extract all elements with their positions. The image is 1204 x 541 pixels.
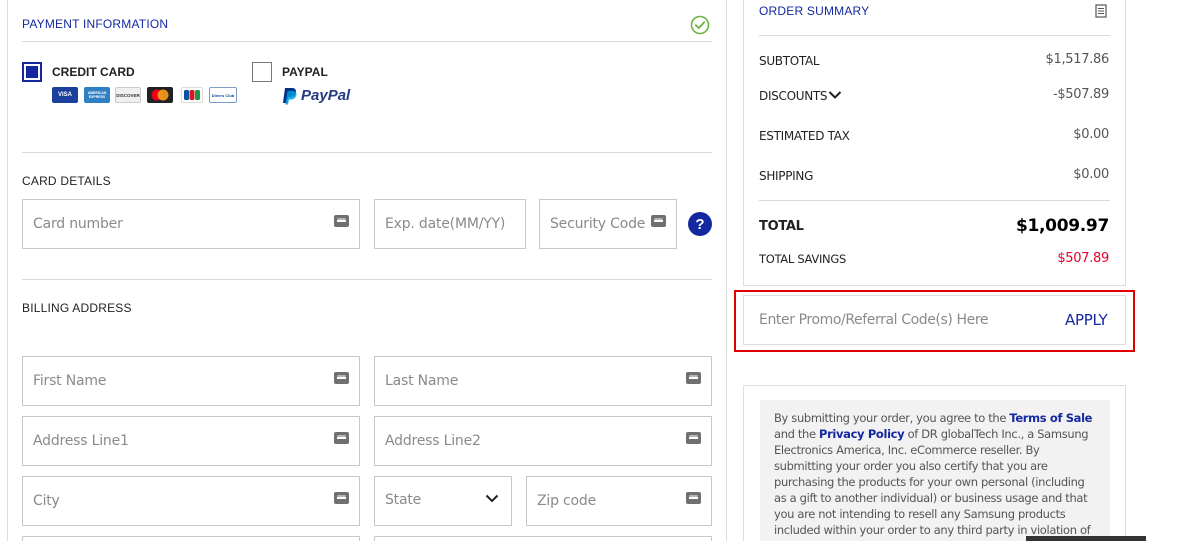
security-code-field[interactable]: Security Code — [539, 199, 677, 249]
divider — [22, 279, 712, 280]
keyboard-icon — [334, 215, 349, 227]
address-line2-placeholder: Address Line2 — [385, 433, 481, 449]
divider — [759, 200, 1110, 201]
subtotal-label: SUBTOTAL — [759, 54, 820, 68]
keyboard-icon — [334, 492, 349, 504]
terms-text: By submitting your order, you agree to t… — [760, 400, 1110, 541]
amex-logo: AMERICAN EXPRESS — [84, 87, 110, 103]
discounts-label: DISCOUNTS — [759, 89, 828, 103]
chevron-down-icon — [485, 494, 499, 503]
shipping-label: SHIPPING — [759, 169, 814, 183]
keyboard-icon — [651, 215, 666, 227]
security-code-placeholder: Security Code — [550, 216, 646, 232]
city-field[interactable]: City — [22, 476, 360, 526]
divider — [22, 41, 712, 42]
shipping-value: $0.00 — [1073, 167, 1109, 182]
keyboard-icon — [686, 492, 701, 504]
subtotal-value: $1,517.86 — [1045, 52, 1110, 67]
help-icon[interactable]: ? — [688, 212, 712, 236]
keyboard-icon — [334, 432, 349, 444]
billing-field-partial[interactable] — [374, 536, 712, 541]
mastercard-logo — [147, 87, 173, 103]
order-summary-title: ORDER SUMMARY — [759, 4, 870, 18]
floating-bar-fragment — [1026, 536, 1146, 541]
address-line1-placeholder: Address Line1 — [33, 433, 129, 449]
divider — [22, 152, 712, 153]
keyboard-icon — [686, 432, 701, 444]
first-name-field[interactable]: First Name — [22, 356, 360, 406]
state-placeholder: State — [385, 492, 422, 508]
check-circle-icon — [690, 15, 710, 35]
discounts-toggle[interactable]: DISCOUNTS — [759, 89, 828, 103]
discounts-value: -$507.89 — [1052, 87, 1109, 102]
card-details-title: CARD DETAILS — [22, 174, 111, 188]
diners-club-logo: Diners Club — [209, 87, 237, 103]
zip-code-placeholder: Zip code — [537, 493, 596, 509]
last-name-placeholder: Last Name — [385, 373, 459, 389]
paypal-icon — [283, 88, 297, 105]
receipt-icon[interactable] — [1095, 4, 1107, 18]
billing-field-partial[interactable] — [22, 536, 360, 541]
keyboard-icon — [686, 372, 701, 384]
visa-logo: VISA — [52, 87, 78, 103]
address-line1-field[interactable]: Address Line1 — [22, 416, 360, 466]
billing-address-title: BILLING ADDRESS — [22, 301, 132, 315]
exp-date-placeholder: Exp. date(MM/YY) — [385, 216, 506, 232]
paypal-checkbox[interactable] — [252, 62, 272, 82]
discover-logo: DISCOVER — [115, 87, 141, 103]
divider — [759, 35, 1110, 36]
last-name-field[interactable]: Last Name — [374, 356, 712, 406]
apply-button[interactable]: APPLY — [1065, 311, 1108, 329]
total-label: TOTAL — [759, 219, 804, 234]
paypal-label[interactable]: PAYPAL — [282, 65, 328, 79]
chevron-down-icon[interactable] — [828, 90, 842, 100]
paypal-wordmark: PayPal — [301, 87, 351, 104]
total-savings-label: TOTAL SAVINGS — [759, 252, 846, 266]
credit-card-label[interactable]: CREDIT CARD — [52, 65, 135, 79]
privacy-policy-link[interactable]: Privacy Policy — [819, 427, 905, 441]
credit-card-checkbox[interactable] — [22, 62, 42, 82]
total-value: $1,009.97 — [1015, 216, 1109, 236]
zip-code-field[interactable]: Zip code — [526, 476, 712, 526]
address-line2-field[interactable]: Address Line2 — [374, 416, 712, 466]
city-placeholder: City — [33, 493, 60, 509]
tax-value: $0.00 — [1073, 127, 1109, 142]
first-name-placeholder: First Name — [33, 373, 107, 389]
terms-of-sale-link[interactable]: Terms of Sale — [1009, 411, 1092, 425]
card-number-placeholder: Card number — [33, 216, 123, 232]
state-select[interactable]: State — [374, 476, 512, 526]
payment-title: PAYMENT INFORMATION — [22, 17, 169, 31]
exp-date-field[interactable]: Exp. date(MM/YY) — [374, 199, 526, 249]
jcb-logo — [181, 87, 203, 103]
order-summary-panel — [743, 0, 1126, 286]
keyboard-icon — [334, 372, 349, 384]
promo-code-input[interactable]: Enter Promo/Referral Code(s) Here — [759, 312, 989, 328]
card-number-field[interactable]: Card number — [22, 199, 360, 249]
total-savings-value: $507.89 — [1057, 251, 1109, 266]
tax-label: ESTIMATED TAX — [759, 129, 850, 143]
